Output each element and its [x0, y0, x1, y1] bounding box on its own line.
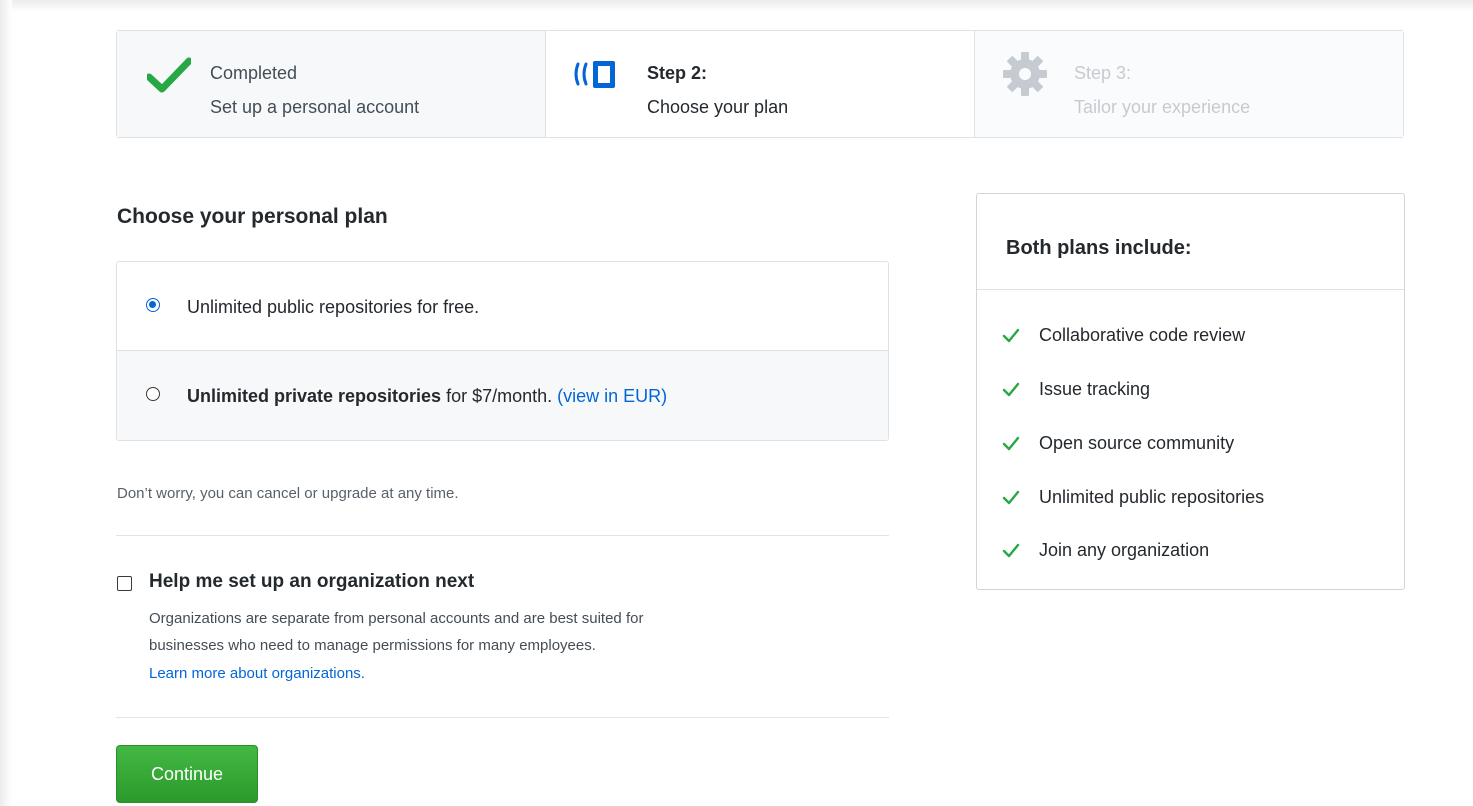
feature-item: Open source community: [1002, 430, 1234, 456]
free-plan-radio[interactable]: [146, 298, 160, 312]
signup-steps: Completed Set up a personal account Step…: [116, 30, 1404, 138]
plan-heading: Choose your personal plan: [117, 205, 388, 228]
check-icon: [1002, 328, 1020, 343]
check-icon: [1002, 490, 1020, 505]
window-shadow-top: [0, 0, 1473, 12]
feature-item: Join any organization: [1002, 537, 1209, 563]
feature-label: Open source community: [1039, 432, 1235, 453]
step-title: Step 2:: [647, 63, 708, 83]
window-shadow-left: [0, 0, 12, 806]
feature-item: Collaborative code review: [1002, 322, 1245, 348]
step-title: Completed: [210, 63, 298, 83]
paid-plan-label: Unlimited private repositories for $7/mo…: [187, 386, 667, 407]
feature-item: Issue tracking: [1002, 376, 1150, 402]
feature-label: Collaborative code review: [1039, 324, 1246, 345]
step-subtitle: Tailor your experience: [1074, 97, 1251, 117]
view-in-eur-link[interactable]: (view in EUR): [557, 386, 667, 406]
free-plan-label: Unlimited public repositories for free.: [187, 297, 480, 317]
step-subtitle: Choose your plan: [647, 97, 789, 117]
cancel-note: Don’t worry, you can cancel or upgrade a…: [117, 485, 459, 502]
check-icon: [1002, 543, 1020, 558]
gear-icon: [1002, 51, 1048, 102]
plan-option-paid[interactable]: Unlimited private repositories for $7/mo…: [117, 351, 888, 440]
feature-item: Unlimited public repositories: [1002, 484, 1264, 510]
plan-option-free[interactable]: Unlimited public repositories for free.: [117, 262, 888, 351]
organization-description-line: Organizations are separate from personal…: [149, 610, 644, 627]
organization-description: Organizations are separate from personal…: [149, 605, 849, 659]
plan-options: Unlimited public repositories for free. …: [116, 261, 889, 441]
organization-checkbox-label[interactable]: Help me set up an organization next: [149, 571, 474, 593]
step-completed: Completed Set up a personal account: [117, 31, 546, 137]
step-title: Step 3:: [1074, 63, 1132, 83]
check-icon: [1002, 382, 1020, 397]
continue-button[interactable]: Continue: [116, 745, 258, 803]
step-future: Step 3: Tailor your experience: [975, 31, 1403, 137]
divider: [116, 717, 889, 718]
check-icon: [1002, 436, 1020, 451]
divider: [116, 535, 889, 536]
paid-plan-radio[interactable]: [146, 387, 160, 401]
feature-label: Unlimited public repositories: [1039, 486, 1265, 507]
feature-label: Issue tracking: [1039, 378, 1151, 399]
organization-description-line: businesses who need to manage permission…: [149, 637, 596, 654]
paid-plan-price: for $7/month.: [441, 386, 558, 406]
step-subtitle: Set up a personal account: [210, 97, 420, 117]
feature-label: Join any organization: [1039, 539, 1210, 560]
checkmark-icon: [145, 55, 193, 100]
organization-checkbox[interactable]: [117, 576, 132, 591]
plans-include-title: Both plans include:: [1006, 237, 1192, 259]
learn-more-organizations-link[interactable]: Learn more about organizations.: [149, 665, 365, 682]
paid-plan-name: Unlimited private repositories: [187, 386, 442, 406]
step-current: Step 2: Choose your plan: [546, 31, 975, 137]
plans-include-header: Both plans include:: [977, 194, 1404, 290]
devices-icon: [572, 59, 622, 94]
plans-include-card: Both plans include: Collaborative code r…: [976, 193, 1405, 590]
